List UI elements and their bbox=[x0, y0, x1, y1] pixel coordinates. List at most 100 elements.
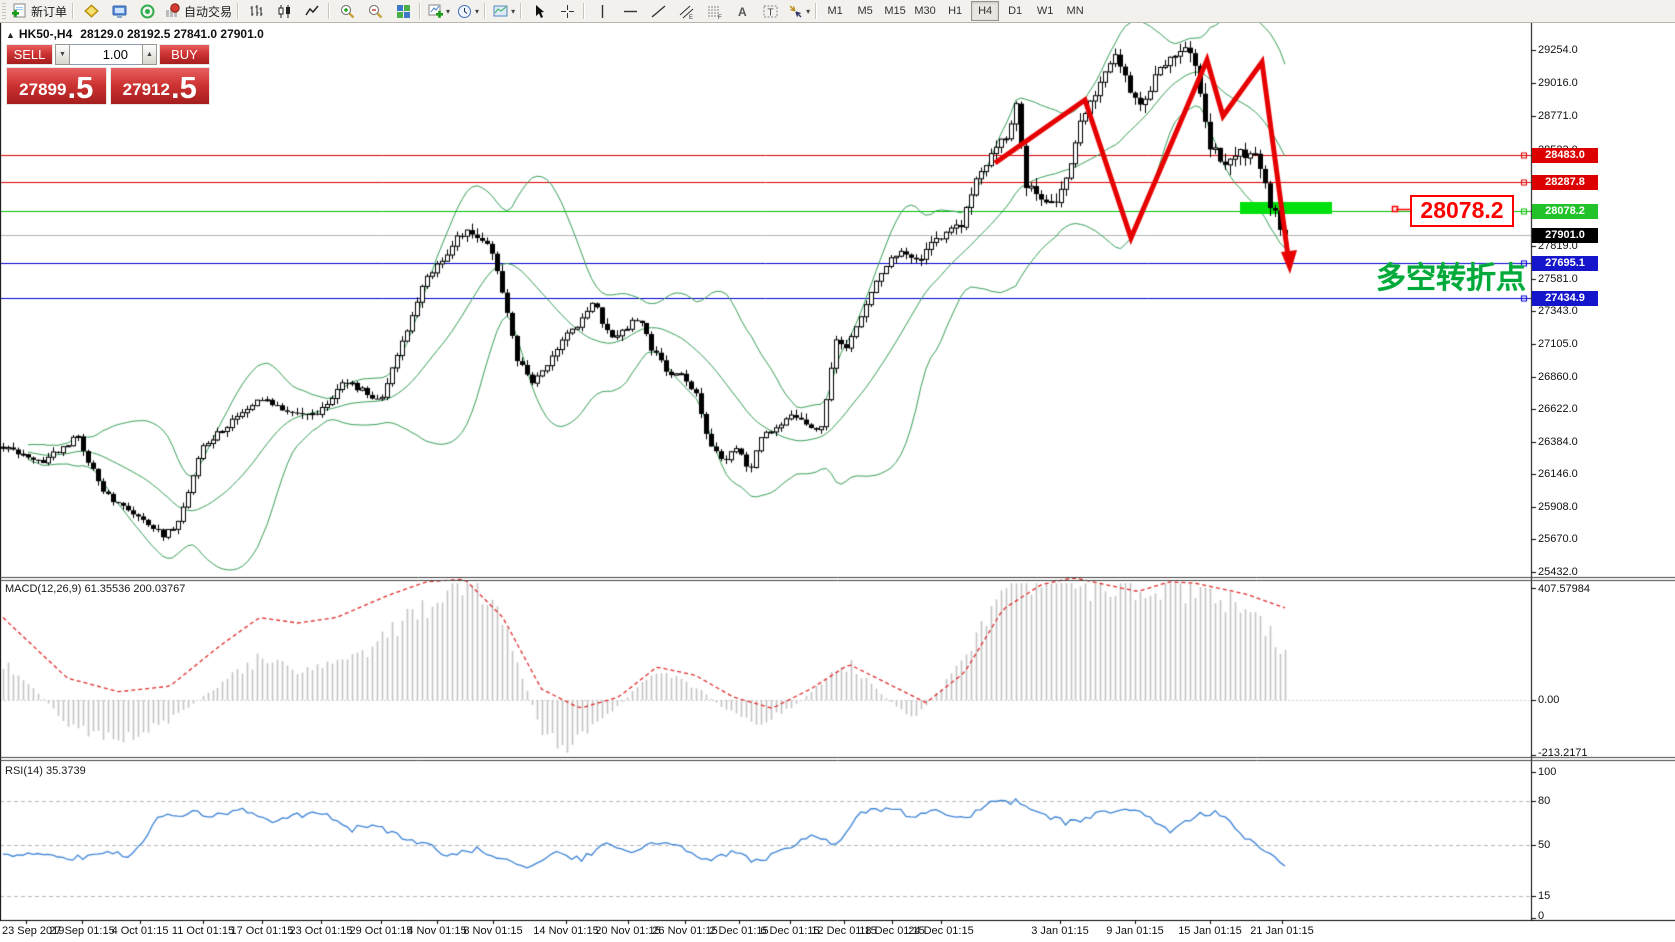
bar-chart-icon bbox=[248, 3, 265, 20]
arrows-icon bbox=[787, 3, 804, 20]
time-axis-label: 20 Nov 01:15 bbox=[595, 924, 660, 938]
svg-text:T: T bbox=[767, 7, 773, 18]
vertical-line-button[interactable] bbox=[588, 0, 616, 22]
rsi-axis-label: 0 bbox=[1538, 909, 1544, 923]
buy-price-frac: .5 bbox=[171, 74, 197, 102]
time-axis-label: 23 Oct 01:15 bbox=[290, 924, 353, 938]
timeframe-button-m15[interactable]: M15 bbox=[881, 1, 909, 21]
collapse-panel-icon[interactable]: ▲ bbox=[6, 30, 15, 40]
buy-price-display[interactable]: 27912 .5 bbox=[110, 67, 211, 105]
volume-increase-button[interactable]: ▲ bbox=[142, 44, 157, 65]
rsi-axis-label: 15 bbox=[1538, 889, 1550, 903]
zoom-in-icon bbox=[339, 3, 356, 20]
ohlc-values: 28129.0 28192.5 27841.0 27901.0 bbox=[80, 27, 264, 41]
autotrading-button[interactable]: 自动交易 bbox=[161, 0, 235, 22]
cursor-button[interactable] bbox=[525, 0, 553, 22]
horizontal-line-button[interactable] bbox=[616, 0, 644, 22]
text-label-icon: T bbox=[762, 3, 779, 20]
price-axis-label: 26146.0 bbox=[1538, 467, 1578, 481]
crosshair-button[interactable] bbox=[553, 0, 581, 22]
level-price-tag: 28078.2 bbox=[1532, 204, 1598, 219]
trendline-button[interactable] bbox=[644, 0, 672, 22]
timeframe-button-m1[interactable]: M1 bbox=[821, 1, 849, 21]
periods-button[interactable]: ▾ bbox=[453, 0, 482, 22]
toolbar-separator bbox=[815, 3, 817, 19]
price-axis-label: 25432.0 bbox=[1538, 565, 1578, 579]
timeframe-button-h1[interactable]: H1 bbox=[941, 1, 969, 21]
price-axis-label: 29016.0 bbox=[1538, 76, 1578, 90]
chevron-down-icon: ▾ bbox=[475, 7, 479, 16]
macd-axis-label: 407.57984 bbox=[1538, 582, 1590, 596]
volume-input[interactable]: 1.00 bbox=[70, 44, 142, 65]
timeframe-button-w1[interactable]: W1 bbox=[1031, 1, 1059, 21]
metaeditor-button[interactable] bbox=[77, 0, 105, 22]
templates-icon bbox=[492, 3, 509, 20]
sell-price-display[interactable]: 27899 .5 bbox=[6, 67, 107, 105]
horizontal-line-icon bbox=[622, 3, 639, 20]
sell-button[interactable]: SELL bbox=[6, 44, 53, 65]
rsi-axis-label: 80 bbox=[1538, 794, 1550, 808]
time-axis-label: 26 Nov 01:15 bbox=[652, 924, 717, 938]
arrows-button[interactable]: ▾ bbox=[784, 0, 813, 22]
timeframe-button-mn[interactable]: MN bbox=[1061, 1, 1089, 21]
toolbar-separator bbox=[419, 3, 421, 19]
bar-chart-button[interactable] bbox=[242, 0, 270, 22]
equidistant-channel-button[interactable]: E bbox=[672, 0, 700, 22]
time-axis-label: 24 Dec 01:15 bbox=[908, 924, 973, 938]
timeframe-button-h4[interactable]: H4 bbox=[971, 1, 999, 21]
zoom-out-icon bbox=[367, 3, 384, 20]
trendline-icon bbox=[650, 3, 667, 20]
time-axis-label: 21 Jan 01:15 bbox=[1250, 924, 1314, 938]
toolbar-separator bbox=[520, 3, 522, 19]
crosshair-icon bbox=[559, 3, 576, 20]
price-callout-box: 28078.2 bbox=[1410, 195, 1514, 227]
tile-windows-icon bbox=[395, 3, 412, 20]
level-price-tag: 28483.0 bbox=[1532, 148, 1598, 163]
zoom-out-button[interactable] bbox=[361, 0, 389, 22]
volume-decrease-button[interactable]: ▼ bbox=[55, 44, 70, 65]
zoom-in-button[interactable] bbox=[333, 0, 361, 22]
macd-axis-label: 0.00 bbox=[1538, 693, 1559, 707]
svg-text:A: A bbox=[738, 5, 747, 19]
buy-price-main: 27912 bbox=[123, 80, 170, 100]
text-icon: A bbox=[734, 3, 751, 20]
autotrading-icon bbox=[164, 3, 181, 20]
templates-button[interactable]: ▾ bbox=[489, 0, 518, 22]
new-order-button[interactable]: 新订单 bbox=[8, 0, 70, 22]
new-chart-button[interactable]: ▾ bbox=[424, 0, 453, 22]
pivot-point-text: 多空转折点 bbox=[1376, 253, 1526, 297]
buy-button[interactable]: BUY bbox=[159, 44, 210, 65]
symbol-name: HK50-,H4 bbox=[19, 27, 72, 41]
price-axis-label: 27343.0 bbox=[1538, 304, 1578, 318]
time-axis-label: 11 Oct 01:15 bbox=[172, 924, 234, 938]
toolbar-separator bbox=[484, 3, 486, 19]
current-price-tag: 27901.0 bbox=[1532, 228, 1598, 243]
time-axis-label: 3 Jan 01:15 bbox=[1031, 924, 1089, 938]
terminal-button[interactable] bbox=[105, 0, 133, 22]
time-axis-label: 8 Nov 01:15 bbox=[463, 924, 522, 938]
chevron-down-icon: ▾ bbox=[806, 7, 810, 16]
timeframe-button-m5[interactable]: M5 bbox=[851, 1, 879, 21]
main-toolbar: 新订单 自动交易 ▾ ▾ ▾ EFA T ▾ M1M5M15M30H1H4D1W1MN bbox=[0, 0, 1675, 23]
cursor-icon bbox=[531, 3, 548, 20]
time-axis-label: 14 Nov 01:15 bbox=[533, 924, 598, 938]
tile-windows-button[interactable] bbox=[389, 0, 417, 22]
timeframe-button-d1[interactable]: D1 bbox=[1001, 1, 1029, 21]
line-chart-icon bbox=[304, 3, 321, 20]
level-price-tag: 27434.9 bbox=[1532, 291, 1598, 306]
timeframe-button-m30[interactable]: M30 bbox=[911, 1, 939, 21]
text-button[interactable]: A bbox=[728, 0, 756, 22]
one-click-trading-panel: SELL ▼ 1.00 ▲ BUY 27899 .5 27912 .5 bbox=[6, 44, 210, 105]
terminal-icon bbox=[111, 3, 128, 20]
text-label-button[interactable]: T bbox=[756, 0, 784, 22]
price-axis-label: 26860.0 bbox=[1538, 370, 1578, 384]
new-order-icon bbox=[11, 3, 28, 20]
candlestick-chart-button[interactable] bbox=[270, 0, 298, 22]
line-chart-button[interactable] bbox=[298, 0, 326, 22]
fibonacci-button[interactable]: F bbox=[700, 0, 728, 22]
price-axis-label: 25908.0 bbox=[1538, 500, 1578, 514]
signals-button[interactable] bbox=[133, 0, 161, 22]
time-axis-label: 27 Sep 01:15 bbox=[49, 924, 114, 938]
equidistant-channel-icon: E bbox=[678, 3, 695, 20]
chart-canvas[interactable] bbox=[0, 0, 1675, 942]
